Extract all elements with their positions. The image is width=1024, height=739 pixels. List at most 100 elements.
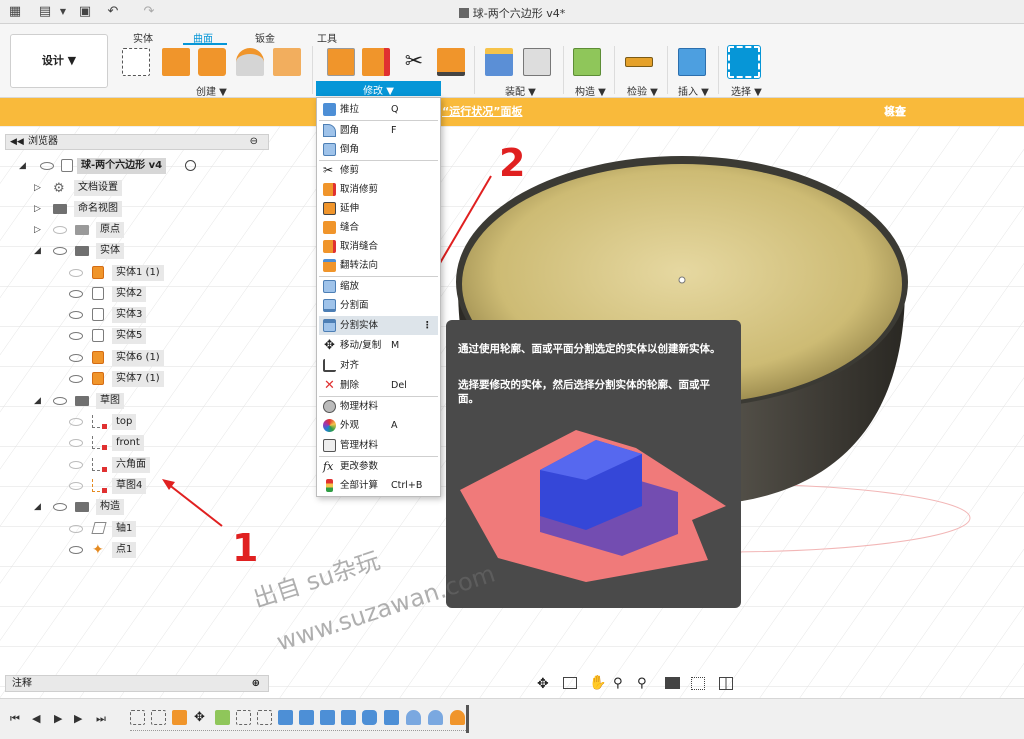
tree-item-sketch-hexagon[interactable]: 六角面 bbox=[66, 456, 216, 474]
menu-item-split-body[interactable]: 分割实体 ⋮ bbox=[319, 316, 438, 335]
menu-item-press-pull[interactable]: 推拉 Q bbox=[319, 100, 438, 119]
create-group-label[interactable]: 创建 ▼ bbox=[196, 83, 227, 98]
tree-item-body2[interactable]: 实体2 bbox=[66, 285, 216, 303]
tree-item-bodies[interactable]: ◢ 实体 bbox=[30, 242, 230, 260]
visibility-eye-icon[interactable] bbox=[69, 461, 83, 469]
browser-toggle-icon[interactable]: ⊖ bbox=[250, 135, 258, 149]
inspect-group-label[interactable]: 检验 ▼ bbox=[627, 83, 658, 98]
menu-item-scale[interactable]: 缩放 bbox=[319, 277, 438, 296]
construct-group-label[interactable]: 构造 ▼ bbox=[575, 83, 606, 98]
timeline-sketch-feature[interactable] bbox=[236, 710, 251, 725]
grid-settings-icon[interactable] bbox=[691, 677, 705, 690]
visibility-eye-icon[interactable] bbox=[40, 162, 54, 170]
extend-icon[interactable] bbox=[437, 48, 465, 76]
create-sketch-icon[interactable] bbox=[122, 48, 150, 76]
tree-item-body7[interactable]: 实体7 (1) bbox=[66, 370, 216, 388]
expand-icon[interactable]: ▷ bbox=[34, 200, 46, 218]
visibility-eye-icon[interactable] bbox=[53, 503, 67, 511]
visibility-eye-icon[interactable] bbox=[69, 311, 83, 319]
visibility-eye-icon[interactable] bbox=[69, 439, 83, 447]
play-icon[interactable]: ▶ bbox=[54, 713, 64, 725]
tree-item-sketch-top[interactable]: top bbox=[66, 413, 216, 431]
menu-item-move-copy[interactable]: ✥ 移动/复制 M bbox=[319, 336, 438, 355]
tree-item-origin[interactable]: ▷ 原点 bbox=[30, 221, 230, 239]
timeline-revolve-feature[interactable] bbox=[450, 710, 465, 725]
activate-component-icon[interactable] bbox=[185, 160, 196, 171]
revolve-icon[interactable] bbox=[198, 48, 226, 76]
visibility-eye-icon[interactable] bbox=[69, 525, 83, 533]
visibility-eye-icon[interactable] bbox=[69, 354, 83, 362]
tree-item-body3[interactable]: 实体3 bbox=[66, 306, 216, 324]
measure-icon[interactable] bbox=[625, 57, 653, 67]
tab-sheet-metal[interactable]: 钣金 bbox=[255, 30, 275, 45]
timeline-sketch-feature[interactable] bbox=[257, 710, 272, 725]
tab-solid[interactable]: 实体 bbox=[133, 30, 153, 45]
timeline-split-feature[interactable] bbox=[278, 710, 293, 725]
menu-item-split-face[interactable]: 分割面 bbox=[319, 296, 438, 315]
tree-item-sketches[interactable]: ◢ 草图 bbox=[30, 392, 230, 410]
menu-item-fillet[interactable]: 圆角 F bbox=[319, 121, 438, 140]
go-to-start-icon[interactable]: ⏮ bbox=[10, 713, 20, 725]
timeline-sketch-feature[interactable] bbox=[130, 710, 145, 725]
menu-item-unstitch[interactable]: 取消缝合 bbox=[319, 237, 438, 256]
new-component-icon[interactable] bbox=[485, 48, 513, 76]
timeline-combine-feature[interactable] bbox=[362, 710, 377, 725]
timeline-move-feature[interactable]: ✥ bbox=[194, 710, 209, 725]
tree-root[interactable]: ◢ 球-两个六边形 v4 bbox=[15, 157, 215, 175]
display-settings-icon[interactable] bbox=[665, 677, 680, 689]
orbit-constrained-icon[interactable]: ✥ bbox=[537, 676, 549, 692]
visibility-eye-icon[interactable] bbox=[69, 290, 83, 298]
menu-item-align[interactable]: 对齐 bbox=[319, 356, 438, 375]
assemble-group-label[interactable]: 装配 ▼ bbox=[505, 83, 536, 98]
pan-hand-icon[interactable]: ✋ bbox=[589, 675, 606, 691]
viewports-icon[interactable] bbox=[719, 677, 733, 690]
tree-item-construction[interactable]: ◢ 构造 bbox=[30, 498, 230, 516]
visibility-eye-icon[interactable] bbox=[69, 546, 83, 554]
look-at-icon[interactable] bbox=[563, 677, 577, 689]
tree-item-sketch-front[interactable]: front bbox=[66, 434, 216, 452]
timeline-shell-feature[interactable] bbox=[406, 710, 421, 725]
sweep-icon[interactable] bbox=[236, 48, 264, 76]
modify-group-label[interactable]: 修改 ▼ bbox=[316, 81, 441, 97]
visibility-eye-icon[interactable] bbox=[53, 397, 67, 405]
menu-item-change-parameters[interactable]: fx 更改参数 bbox=[319, 457, 438, 476]
tree-item-named-views[interactable]: ▷ 命名视图 bbox=[30, 200, 230, 218]
menu-item-chamfer[interactable]: 倒角 bbox=[319, 140, 438, 159]
timeline-marker[interactable] bbox=[466, 705, 469, 733]
expand-icon[interactable]: ▷ bbox=[34, 179, 46, 197]
joint-icon[interactable] bbox=[523, 48, 551, 76]
visibility-eye-icon[interactable] bbox=[69, 482, 83, 490]
go-to-end-icon[interactable]: ⏭ bbox=[96, 713, 106, 725]
menu-item-compute-all[interactable]: 全部计算 Ctrl+B bbox=[319, 476, 438, 495]
zoom-window-icon[interactable]: ⚲ bbox=[637, 676, 647, 691]
visibility-eye-icon[interactable] bbox=[69, 269, 83, 277]
step-forward-icon[interactable]: ▶ bbox=[74, 713, 84, 725]
menu-item-delete[interactable]: ✕ 删除 Del bbox=[319, 376, 438, 395]
step-back-icon[interactable]: ◀ bbox=[32, 713, 42, 725]
tree-item-body1[interactable]: 实体1 (1) bbox=[66, 264, 216, 282]
timeline-split-feature[interactable] bbox=[341, 710, 356, 725]
menu-item-stitch[interactable]: 缝合 bbox=[319, 218, 438, 237]
banner-status-link[interactable]: “运行状况”面板 bbox=[442, 105, 522, 118]
tree-item-axis1[interactable]: 轴1 bbox=[66, 520, 216, 538]
collapse-icon[interactable]: ◢ bbox=[19, 157, 31, 175]
menu-item-physical-material[interactable]: 物理材料 bbox=[319, 397, 438, 416]
insert-group-label[interactable]: 插入 ▼ bbox=[678, 83, 709, 98]
extrude-icon[interactable] bbox=[162, 48, 190, 76]
visibility-eye-icon[interactable] bbox=[69, 375, 83, 383]
collapse-icon[interactable]: ◢ bbox=[34, 498, 46, 516]
menu-item-untrim[interactable]: 取消修剪 bbox=[319, 180, 438, 199]
untrim-icon[interactable] bbox=[362, 48, 390, 76]
timeline-split-feature[interactable] bbox=[299, 710, 314, 725]
tree-item-sketch4[interactable]: 草图4 bbox=[66, 477, 216, 495]
press-pull-icon[interactable] bbox=[327, 48, 355, 76]
collapse-icon[interactable]: ◢ bbox=[34, 242, 46, 260]
visibility-eye-icon[interactable] bbox=[69, 332, 83, 340]
collapse-browser-icon[interactable]: ◀◀ bbox=[10, 135, 24, 149]
insert-image-icon[interactable] bbox=[678, 48, 706, 76]
loft-icon[interactable] bbox=[273, 48, 301, 76]
tab-tools[interactable]: 工具 bbox=[317, 30, 337, 45]
workspace-switcher-button[interactable]: 设计 ▼ bbox=[10, 34, 108, 88]
tree-item-document-settings[interactable]: ▷ ⚙ 文档设置 bbox=[30, 179, 230, 197]
visibility-eye-icon[interactable] bbox=[53, 226, 67, 234]
